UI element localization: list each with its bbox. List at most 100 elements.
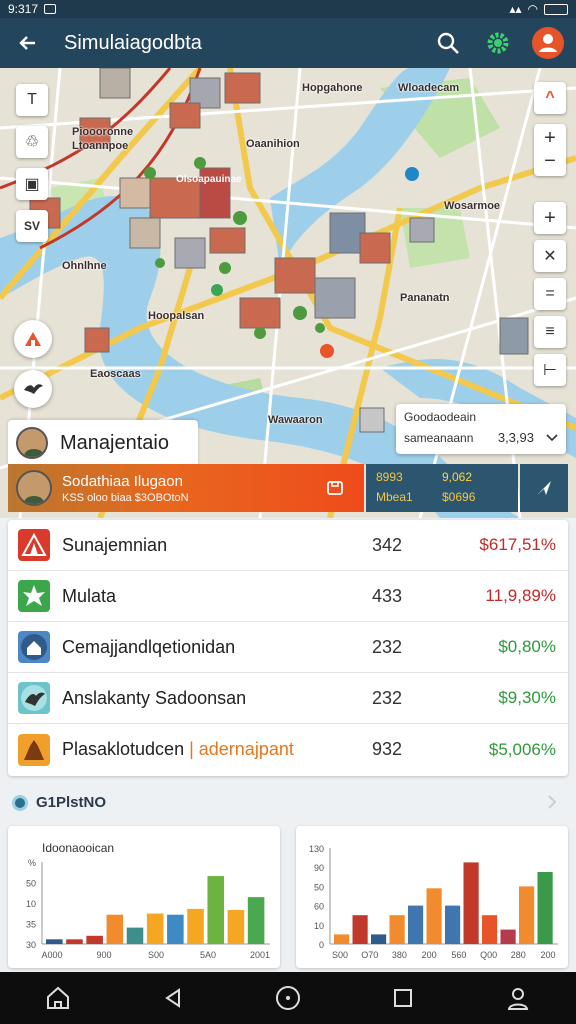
bookmark-icon[interactable] (326, 479, 344, 497)
zoom-control[interactable]: + − (534, 124, 566, 176)
y-tick-label: 50 (314, 882, 324, 892)
chart-title: Idoonaooican (42, 841, 114, 855)
chart-bar (519, 886, 535, 944)
wifi-icon: ◠ (527, 2, 538, 16)
chart-bar (167, 914, 184, 944)
screenshot-icon (44, 4, 57, 14)
profile-button[interactable] (530, 25, 566, 61)
measure-icon: ⊢ (543, 362, 557, 379)
figure-icon (18, 733, 50, 766)
section-header: G1PlstNO (12, 794, 106, 811)
zoom-in-icon[interactable]: + (544, 127, 556, 150)
gear-icon (487, 32, 509, 54)
close-button[interactable]: ✕ (534, 240, 566, 272)
user-avatar-icon (532, 27, 564, 59)
chart-bar (106, 914, 124, 944)
chart-bar (426, 888, 442, 944)
house-icon (18, 631, 50, 663)
stat-a: 8993 (376, 470, 403, 484)
list-item-count: 932 (371, 739, 403, 759)
back-button[interactable] (10, 25, 46, 61)
list-item[interactable]: Sunajemnian 342 $617,51% (8, 520, 568, 571)
navigation-icon (537, 481, 551, 495)
section-title: G1PlstNO (36, 794, 107, 811)
highlight-banner[interactable]: Sodathiaa Ilugaon KSS oloo biaa $3OBOtoN (8, 464, 364, 512)
search-button[interactable] (430, 25, 466, 61)
chart-bar (408, 905, 424, 944)
circle-nav-button[interactable] (268, 978, 308, 1018)
plus-icon: + (544, 206, 556, 229)
y-tick-label: 90 (314, 863, 324, 873)
home-nav-button[interactable] (38, 978, 78, 1018)
list-item-count: 342 (371, 534, 403, 555)
sv-tool-button[interactable]: SV (16, 210, 48, 242)
x-tick-label: O70 (361, 950, 378, 960)
app-bar: Simulaiagodbta (0, 18, 576, 68)
tent-map-button[interactable] (14, 320, 52, 358)
settings-button[interactable] (480, 25, 516, 61)
directions-button[interactable] (520, 464, 568, 512)
recycle-tool-button[interactable]: ♲ (16, 126, 48, 158)
map-label: Eaoscaas (90, 368, 141, 380)
layer-tool-button[interactable]: ▣ (16, 168, 48, 200)
tent-icon (18, 529, 50, 561)
chart-bar (371, 934, 387, 944)
y-tick-label: 130 (309, 844, 324, 854)
list-item[interactable]: Cemajjandlqetionidan 232 $0,80% (8, 622, 568, 673)
stat-d: $0696 (442, 490, 476, 504)
menu-icon: ≡ (545, 323, 555, 340)
menu-button[interactable]: ≡ (534, 316, 566, 348)
list-item-percent: $617,51% (479, 535, 556, 554)
chart-card-1: Idoonaooican% 50 10 35 30 A000 900 S00 5A0 2001 (8, 826, 280, 968)
y-tick-label: % (28, 858, 36, 868)
y-tick-label: 10 (26, 899, 36, 909)
section-dot-icon (12, 794, 28, 811)
status-time: 9:317 (8, 2, 39, 16)
chevron-right-icon[interactable] (546, 794, 558, 810)
chevron-down-icon[interactable] (546, 433, 558, 442)
add-button[interactable]: + (534, 202, 566, 234)
y-tick-label: 50 (26, 879, 36, 889)
chart-card-2: 130 90 50 60 10 0 S00 O70 380 200 560 Q00 280 200 (296, 826, 568, 968)
chart-bar (445, 905, 461, 944)
list-item[interactable]: Plasaklotudcen | adernajpant 932 $5,006% (8, 724, 568, 775)
list-item-percent: $9,30% (498, 688, 556, 707)
list-item[interactable]: Mulata 433 11,9,89% (8, 571, 568, 622)
chart-bar (207, 876, 225, 944)
bar-chart-1: Idoonaooican% 50 10 35 30 A000 900 S00 5A0 2001 (26, 841, 270, 960)
recents-icon (394, 989, 413, 1007)
profile-name: Manajentaio (60, 431, 169, 454)
location-info-card[interactable]: Goodaodeain sameanaann 3,3,93 (396, 404, 566, 454)
equals-button[interactable]: = (534, 278, 566, 310)
back-arrow-icon (19, 36, 35, 50)
page-title: Simulaiagodbta (64, 31, 202, 54)
list-item-name: Plasaklotudcen | adernajpant (62, 739, 294, 759)
x-tick-label: 380 (392, 950, 407, 960)
text-tool-button[interactable]: T (16, 84, 48, 116)
chart-bar (463, 862, 479, 944)
layer-icon: ▣ (24, 176, 40, 193)
map-label: Oaanihion (246, 138, 300, 150)
map-label: Olsoapauinae (176, 174, 242, 185)
text-tool-icon: T (27, 91, 37, 108)
chart-bar (146, 913, 164, 944)
y-tick-label: 35 (26, 920, 36, 930)
zoom-out-icon[interactable]: − (544, 150, 556, 173)
list-item-percent: $5,006% (488, 739, 556, 759)
x-tick-label: 560 (451, 950, 466, 960)
list-item-count: 433 (371, 585, 403, 606)
list-item[interactable]: Anslakanty Sadoonsan 232 $9,30% (8, 673, 568, 724)
measure-button[interactable]: ⊢ (534, 354, 566, 386)
compass-button[interactable]: ^ (534, 82, 566, 114)
profile-card[interactable]: Manajentaio (8, 420, 198, 466)
bird-map-button[interactable] (14, 370, 52, 408)
map-label: Hoopalsan (148, 310, 205, 322)
y-tick-label: 30 (26, 940, 36, 950)
search-icon (437, 32, 459, 54)
list-item-name: Sunajemnian (62, 534, 168, 555)
chart-bar (537, 872, 553, 944)
close-icon: ✕ (543, 248, 557, 265)
account-nav-button[interactable] (498, 978, 538, 1018)
back-nav-button[interactable] (153, 978, 193, 1018)
recents-nav-button[interactable] (383, 978, 423, 1018)
